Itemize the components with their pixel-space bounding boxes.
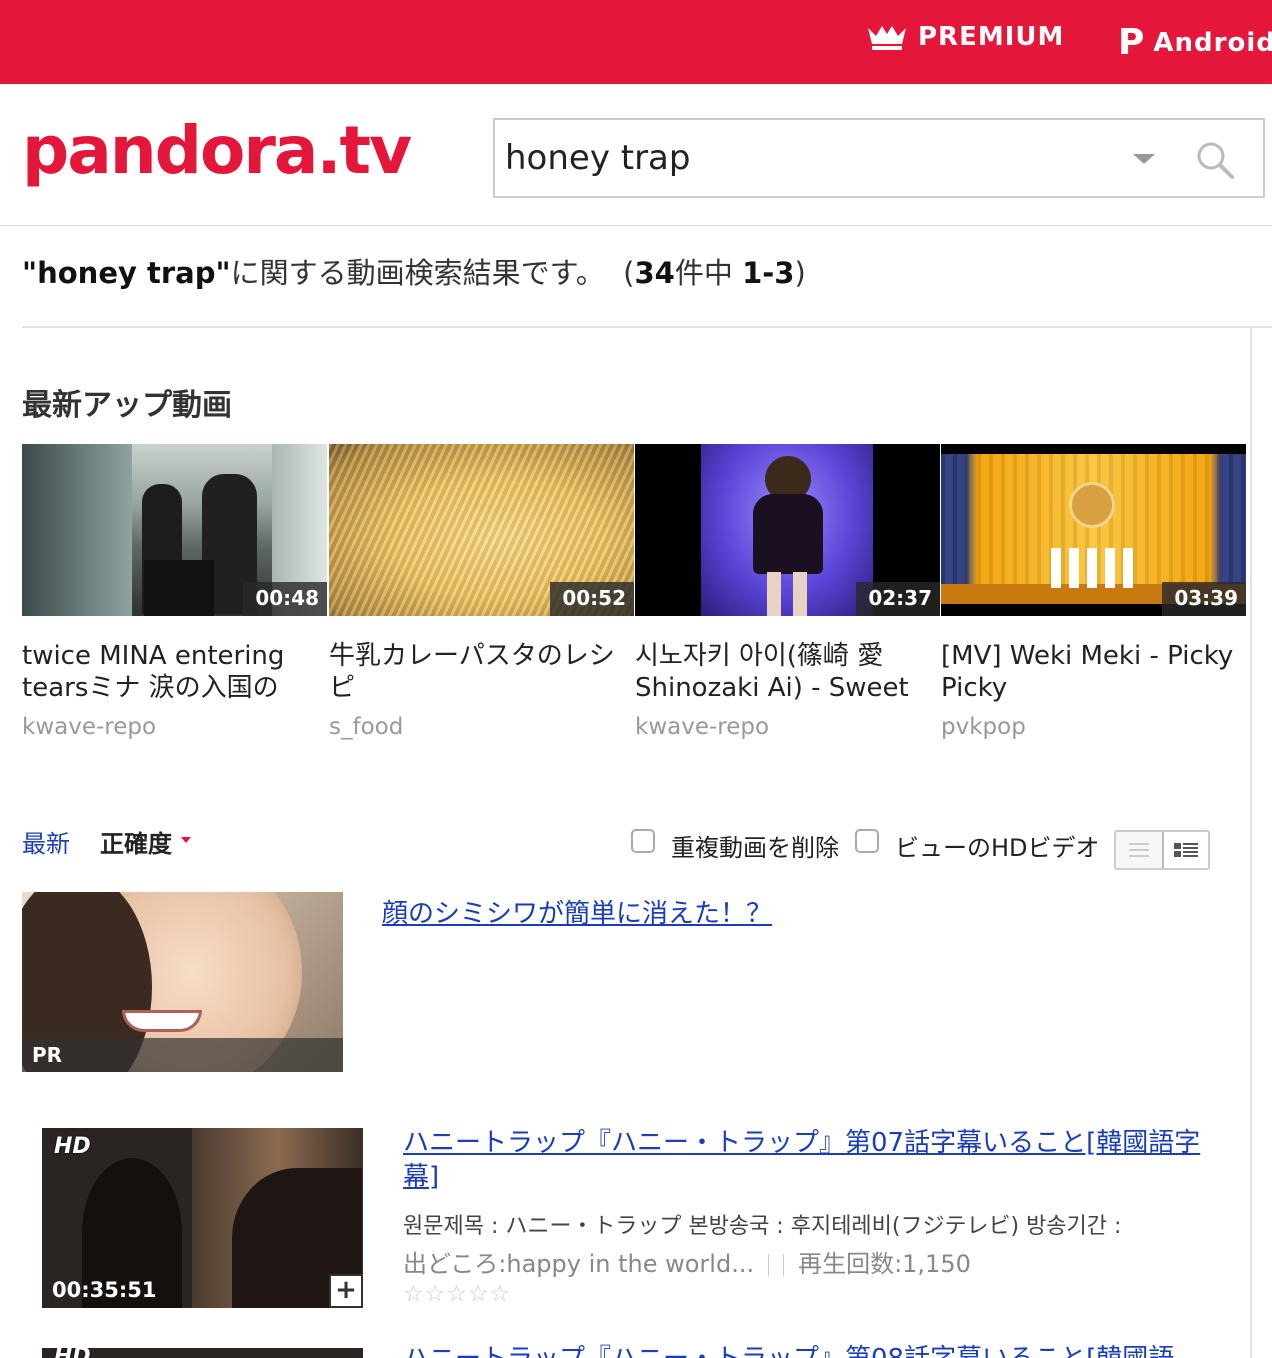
result-title[interactable]: ハニートラップ『ハニー・トラップ』第07話字幕いること[韓國語字幕] — [403, 1126, 1203, 1194]
summary-count-unit: 件中 — [674, 256, 733, 290]
summary-query: "honey trap" — [22, 256, 231, 290]
star-icon: ☆ — [403, 1281, 424, 1307]
result-thumbnail[interactable]: HD — [42, 1348, 363, 1358]
android-link[interactable]: P Android L — [1118, 22, 1272, 63]
view-toggle — [1114, 830, 1210, 870]
search-input[interactable] — [505, 134, 1105, 182]
rating-stars: ☆ ☆ ☆ ☆ ☆ — [403, 1281, 511, 1307]
android-label: Android L — [1153, 27, 1272, 58]
summary-text: に関する動画検索結果です。 — [230, 256, 605, 290]
remove-duplicates-label[interactable]: 重複動画を削除 — [671, 828, 839, 863]
header: pandora.tv — [0, 84, 1272, 226]
list-view-button[interactable] — [1116, 832, 1162, 868]
search-icon[interactable] — [1195, 140, 1235, 180]
video-uploader[interactable]: kwave-repo — [635, 714, 940, 740]
video-thumbnail[interactable]: 03:39 — [941, 444, 1246, 616]
pr-badge: PR — [22, 1038, 343, 1072]
top-bar: PREMIUM P Android L — [0, 0, 1272, 84]
divider — [22, 326, 1272, 328]
star-icon: ☆ — [446, 1281, 467, 1307]
video-duration: 00:35:51 — [52, 1278, 157, 1302]
result-thumbnail[interactable]: HD 00:35:51 + — [42, 1128, 363, 1308]
premium-link[interactable]: PREMIUM — [866, 22, 1064, 52]
search-box — [493, 118, 1265, 198]
thumbnail-view-icon — [1174, 843, 1198, 857]
latest-video-card[interactable]: 00:48 twice MINA entering tearsミナ 涙の入国の … — [22, 444, 327, 740]
summary-count: 34 — [634, 256, 675, 290]
video-thumbnail[interactable]: 02:37 — [635, 444, 940, 616]
video-title[interactable]: 牛乳カレーパスタのレシピ — [329, 640, 634, 704]
video-uploader[interactable]: s_food — [329, 714, 634, 740]
premium-label: PREMIUM — [918, 22, 1065, 52]
summary-paren-open: ( — [623, 256, 635, 290]
latest-section-title: 最新アップ動画 — [22, 388, 232, 423]
result-meta: 出どころ:happy in the world... 再生回数:1,150 — [403, 1244, 971, 1279]
video-title[interactable]: twice MINA entering tearsミナ 涙の入国の — [22, 640, 327, 704]
hd-only-checkbox[interactable] — [855, 829, 879, 853]
summary-paren-close: ) — [794, 256, 806, 290]
crown-icon — [868, 26, 906, 50]
pr-link[interactable]: 顔のシミシワが簡単に消えた！？ — [382, 893, 772, 930]
pandora-p-icon: P — [1118, 22, 1146, 63]
video-thumbnail[interactable]: 00:48 — [22, 444, 327, 616]
sort-accuracy-link[interactable]: 正確度 — [100, 824, 172, 859]
video-duration: 00:52 — [550, 582, 634, 616]
result-title[interactable]: ハニートラップ『ハニー・トラップ』第08話字幕いること[韓國語 — [403, 1342, 1203, 1358]
list-view-icon — [1129, 843, 1149, 857]
content-border — [1250, 328, 1252, 1358]
hd-badge: HD — [54, 1134, 91, 1159]
result-source[interactable]: 出どころ:happy in the world... — [403, 1250, 754, 1278]
star-icon: ☆ — [489, 1281, 511, 1307]
thumbnail-view-button[interactable] — [1162, 832, 1208, 868]
video-thumbnail[interactable]: 00:52 — [329, 444, 634, 616]
video-uploader[interactable]: kwave-repo — [22, 714, 327, 740]
hd-badge: HD — [54, 1348, 91, 1358]
sort-caret-icon[interactable] — [181, 837, 191, 843]
pr-thumbnail[interactable]: PR — [22, 892, 343, 1072]
hd-only-label[interactable]: ビューのHDビデオ — [895, 828, 1100, 863]
sort-latest-link[interactable]: 最新 — [22, 824, 70, 859]
video-title[interactable]: [MV] Weki Meki - Picky Picky — [941, 640, 1246, 704]
result-description: 원문제목 : ハニー・トラップ 본방송국 : 후지테레비(フジテレビ) 방송기간… — [403, 1214, 1122, 1239]
summary-range: 1-3 — [742, 256, 795, 290]
latest-video-card[interactable]: 00:52 牛乳カレーパスタのレシピ s_food — [329, 444, 634, 740]
star-icon: ☆ — [424, 1281, 446, 1307]
latest-video-card[interactable]: 02:37 시노자키 아이(篠崎 愛 Shinozaki Ai) - Sweet… — [635, 444, 940, 740]
video-title[interactable]: 시노자키 아이(篠崎 愛 Shinozaki Ai) - Sweet — [635, 640, 940, 704]
result-play-count: 再生回数:1,150 — [798, 1250, 971, 1278]
remove-duplicates-checkbox[interactable] — [631, 829, 655, 853]
star-icon: ☆ — [467, 1281, 489, 1307]
add-to-playlist-button[interactable]: + — [329, 1274, 363, 1308]
search-dropdown-icon[interactable] — [1133, 154, 1155, 164]
latest-video-card[interactable]: 03:39 [MV] Weki Meki - Picky Picky pvkpo… — [941, 444, 1246, 740]
video-duration: 03:39 — [1162, 582, 1246, 616]
video-duration: 00:48 — [243, 582, 327, 616]
video-uploader[interactable]: pvkpop — [941, 714, 1246, 740]
result-summary: "honey trap"に関する動画検索結果です。 (34件中 1-3) — [22, 250, 806, 292]
video-duration: 02:37 — [856, 582, 940, 616]
site-logo[interactable]: pandora.tv — [22, 112, 412, 189]
